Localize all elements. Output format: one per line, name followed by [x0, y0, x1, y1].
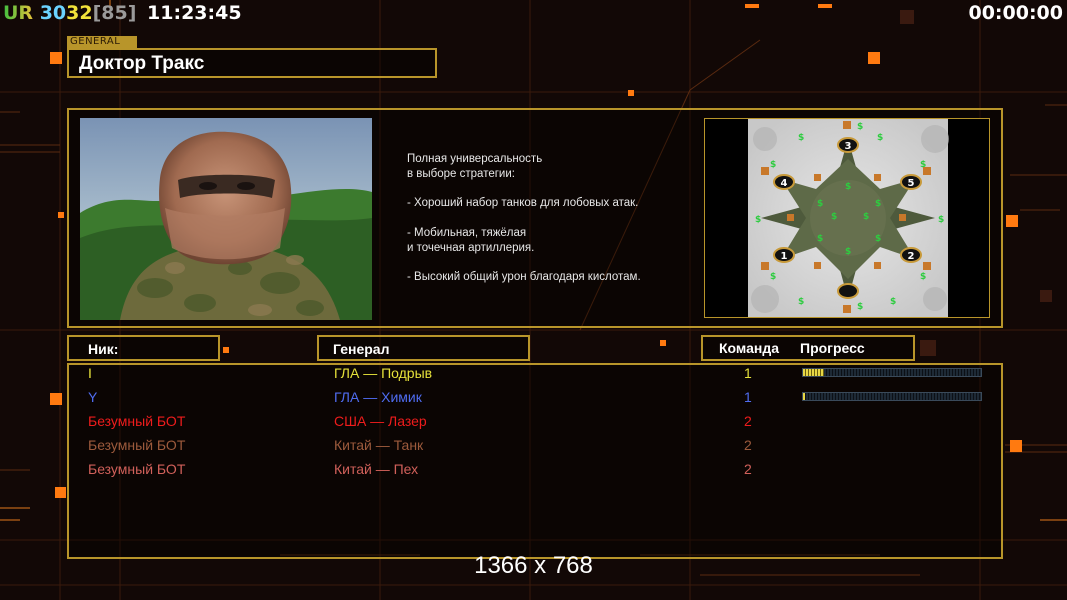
svg-text:$: $	[798, 133, 804, 143]
svg-text:$: $	[875, 199, 881, 209]
svg-text:$: $	[770, 160, 776, 170]
table-row[interactable]: Безумный БОТ Китай — Танк 2	[0, 437, 1067, 461]
svg-text:$: $	[755, 215, 761, 225]
header-team-progress: Команда Прогресс	[701, 335, 915, 361]
svg-text:$: $	[875, 234, 881, 244]
resolution-label: 1366 x 768	[474, 552, 593, 579]
progress-bar-fill	[803, 369, 825, 376]
clock: 11:23:45	[147, 2, 242, 24]
ur-value-2: 32	[66, 2, 93, 24]
progress-bar	[802, 368, 982, 377]
header-nick-label: Ник:	[88, 341, 119, 357]
general-section-label: GENERAL	[67, 36, 137, 48]
map-image: $$$ $$$ $$$ $$$ $$$ $$$ $$ 3 4 5	[748, 119, 949, 317]
svg-text:$: $	[831, 212, 837, 222]
svg-text:$: $	[770, 272, 776, 282]
player-nick: Y	[88, 389, 98, 405]
ur-label: UR	[3, 2, 34, 24]
player-general[interactable]: Китай — Танк	[334, 437, 423, 453]
header-progress-label: Прогресс	[800, 340, 865, 356]
player-general[interactable]: США — Лазер	[334, 413, 427, 429]
general-description: Полная универсальность в выборе стратеги…	[407, 153, 641, 284]
header-team-label: Команда	[719, 340, 779, 356]
header-nick: Ник:	[67, 335, 220, 361]
player-team[interactable]: 2	[744, 413, 752, 429]
svg-text:$: $	[817, 199, 823, 209]
svg-text:$: $	[798, 297, 804, 307]
general-title-box: Доктор Тракс	[67, 48, 437, 78]
map-slot-2: 2	[908, 251, 915, 262]
svg-text:$: $	[857, 302, 863, 312]
ur-indicator: UR 3032[85] 11:23:45	[3, 2, 242, 24]
player-general[interactable]: Китай — Пех	[334, 461, 418, 477]
general-name: Доктор Тракс	[79, 53, 205, 74]
svg-text:$: $	[845, 247, 851, 257]
svg-text:$: $	[863, 212, 869, 222]
player-team[interactable]: 2	[744, 437, 752, 453]
svg-text:$: $	[938, 215, 944, 225]
player-general[interactable]: ГЛА — Химик	[334, 389, 422, 405]
table-row[interactable]: Безумный БОТ США — Лазер 2	[0, 413, 1067, 437]
map-slot-5: 5	[908, 178, 915, 189]
svg-text:$: $	[845, 182, 851, 192]
map-preview: $ $ $ $ $ $ $ $ $ $ $ $ $ $ $ $ $ $ $ $ 3 4 5	[704, 118, 990, 318]
table-row[interactable]: Безумный БОТ Китай — Пех 2	[0, 461, 1067, 485]
header-general: Генерал	[317, 335, 530, 361]
player-nick: Безумный БОТ	[88, 461, 186, 477]
svg-text:$: $	[920, 272, 926, 282]
player-nick: I	[88, 365, 92, 381]
svg-text:$: $	[857, 122, 863, 132]
player-team[interactable]: 2	[744, 461, 752, 477]
progress-bar	[802, 392, 982, 401]
player-nick: Безумный БОТ	[88, 413, 186, 429]
map-slot-4: 4	[781, 178, 788, 189]
ur-bracket: [85]	[92, 2, 137, 24]
map-slot-1: 1	[781, 251, 788, 262]
svg-text:$: $	[817, 234, 823, 244]
progress-bar-fill	[803, 393, 805, 400]
svg-text:$: $	[877, 133, 883, 143]
header-general-label: Генерал	[333, 341, 390, 357]
game-timer: 00:00:00	[968, 2, 1063, 24]
player-nick: Безумный БОТ	[88, 437, 186, 453]
player-team[interactable]: 1	[744, 365, 752, 381]
map-slot-3: 3	[845, 141, 852, 152]
player-team[interactable]: 1	[744, 389, 752, 405]
ur-value-1: 30	[39, 2, 67, 24]
player-general[interactable]: ГЛА — Подрыв	[334, 365, 432, 381]
svg-text:$: $	[890, 297, 896, 307]
general-portrait	[80, 118, 372, 320]
